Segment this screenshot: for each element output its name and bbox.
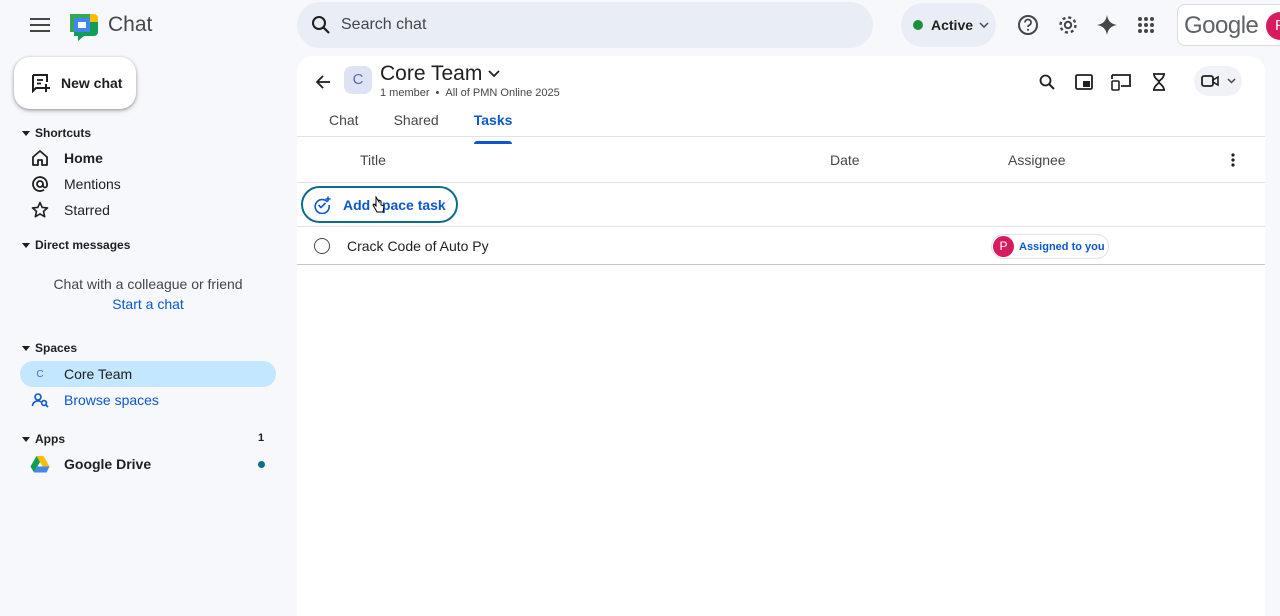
apps-grid-icon[interactable] [1133, 12, 1159, 38]
google-drive-icon [30, 454, 50, 474]
picture-in-picture-icon[interactable] [1072, 70, 1096, 94]
meta-separator: • [435, 87, 440, 99]
header-divider [297, 182, 1265, 183]
main-menu-icon[interactable] [26, 13, 54, 37]
sidebar-item-label: Core Team [64, 366, 133, 382]
back-arrow-icon[interactable] [311, 70, 335, 94]
gemini-sparkle-icon[interactable] [1094, 12, 1120, 38]
tabs-divider [297, 136, 1265, 137]
status-dropdown[interactable]: Active [901, 3, 996, 47]
assignee-chip[interactable]: P Assigned to you [991, 234, 1109, 259]
chevron-down-icon [488, 70, 500, 78]
sidebar-item-core-team[interactable]: C Core Team [20, 361, 276, 387]
add-task-icon [313, 196, 331, 214]
column-header-assignee[interactable]: Assignee [1008, 152, 1066, 168]
search-in-space-icon[interactable] [1035, 70, 1059, 94]
apps-unread-count: 1 [258, 432, 265, 444]
settings-gear-icon[interactable] [1055, 12, 1081, 38]
more-options-icon[interactable] [1223, 150, 1243, 170]
browse-spaces-icon [30, 390, 50, 410]
sidebar-item-label: Starred [64, 202, 110, 218]
sidebar-item-label: Browse spaces [64, 392, 159, 408]
account-avatar: P [1266, 12, 1280, 40]
space-title-dropdown[interactable]: Core Team [380, 62, 500, 86]
app-title: Chat [108, 13, 153, 36]
top-bar: Chat Active Google P [0, 0, 1280, 52]
add-space-task-label: Add space task [343, 196, 446, 213]
start-a-chat-link[interactable]: Start a chat [0, 296, 296, 312]
search-icon [309, 13, 333, 37]
new-chat-icon [31, 73, 51, 93]
sidebar-item-browse-spaces[interactable]: Browse spaces [20, 387, 276, 413]
collapse-triangle-icon [22, 345, 30, 351]
space-title: Core Team [380, 62, 483, 85]
space-meta: 1 member • All of PMN Online 2025 [380, 87, 560, 99]
tab-shared[interactable]: Shared [394, 112, 439, 138]
collapse-triangle-icon [22, 130, 30, 136]
task-row-divider [297, 264, 1265, 265]
task-row[interactable]: Crack Code of Auto Py P Assigned to you [297, 228, 1265, 264]
sidebar: New chat Shortcuts Home Mentions Starred… [0, 52, 296, 616]
search-input[interactable] [341, 16, 821, 34]
at-icon [30, 174, 50, 194]
star-icon [30, 200, 50, 220]
apps-section-toggle[interactable]: Apps [22, 432, 65, 446]
assignee-label: Assigned to you [1019, 240, 1105, 253]
space-panel: C Core Team 1 member • All of PMN Online 2… [297, 56, 1265, 616]
search-bar[interactable] [297, 2, 873, 48]
help-icon[interactable] [1015, 12, 1041, 38]
member-count[interactable]: 1 member [380, 87, 430, 99]
present-screen-icon[interactable] [1109, 70, 1133, 94]
space-organization: All of PMN Online 2025 [445, 87, 560, 99]
chat-logo-icon[interactable] [68, 10, 100, 42]
status-label: Active [931, 17, 974, 33]
mouse-pointer-icon [372, 195, 386, 214]
chevron-down-icon [979, 22, 989, 28]
sidebar-item-starred[interactable]: Starred [20, 197, 276, 223]
apps-heading: Apps [35, 432, 65, 446]
space-tabs: Chat Shared Tasks [329, 112, 547, 144]
new-chat-button[interactable]: New chat [14, 57, 136, 109]
video-call-button[interactable] [1194, 66, 1242, 96]
collapse-triangle-icon [22, 436, 30, 442]
home-icon [30, 148, 50, 168]
sidebar-item-google-drive[interactable]: Google Drive [20, 451, 276, 477]
tab-chat[interactable]: Chat [329, 112, 359, 138]
assignee-avatar: P [993, 236, 1014, 257]
sidebar-item-label: Google Drive [64, 456, 152, 472]
sidebar-item-label: Mentions [64, 176, 121, 192]
sidebar-item-label: Home [64, 150, 103, 166]
column-header-title[interactable]: Title [360, 152, 386, 168]
collapse-triangle-icon [22, 242, 30, 248]
tab-tasks[interactable]: Tasks [473, 112, 512, 144]
chevron-down-icon [1226, 78, 1236, 84]
direct-messages-hint: Chat with a colleague or friend [53, 276, 243, 292]
new-chat-label: New chat [61, 75, 123, 91]
direct-messages-heading: Direct messages [35, 238, 131, 252]
google-account-button[interactable]: Google P [1177, 4, 1280, 46]
sidebar-item-mentions[interactable]: Mentions [20, 171, 276, 197]
shortcuts-section-toggle[interactable]: Shortcuts [22, 126, 91, 140]
spaces-heading: Spaces [35, 341, 78, 355]
video-camera-icon [1200, 74, 1219, 88]
direct-messages-section-toggle[interactable]: Direct messages [22, 238, 130, 252]
task-complete-checkbox[interactable] [314, 238, 330, 254]
space-avatar: C [344, 66, 372, 94]
shortcuts-heading: Shortcuts [35, 126, 92, 140]
google-logo: Google [1184, 12, 1259, 39]
task-title[interactable]: Crack Code of Auto Py [347, 238, 489, 254]
hourglass-icon[interactable] [1147, 70, 1171, 94]
space-avatar-small: C [36, 368, 44, 380]
spaces-section-toggle[interactable]: Spaces [22, 341, 77, 355]
add-task-divider [297, 226, 1265, 227]
column-header-date[interactable]: Date [830, 152, 860, 168]
unread-indicator-dot [258, 461, 265, 468]
status-dot [913, 20, 923, 30]
sidebar-item-home[interactable]: Home [20, 145, 276, 171]
